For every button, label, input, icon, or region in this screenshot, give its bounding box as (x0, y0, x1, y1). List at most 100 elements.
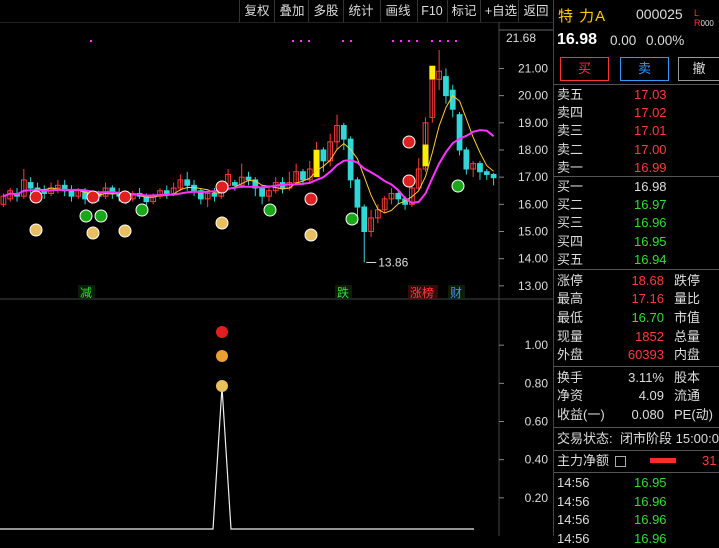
tick-row: 14:56 16.96 (557, 512, 667, 527)
limit-up-bar (429, 65, 436, 80)
nav-value: 4.09 (638, 388, 664, 403)
price-tick-label: 16.00 (518, 197, 548, 211)
ma-line-long (3, 129, 495, 205)
indicator-tick-label: 1.00 (525, 338, 549, 352)
stock-flags: L R000 (694, 8, 714, 28)
money-bag-icon (304, 228, 318, 242)
sell-button[interactable]: 卖 (620, 57, 669, 81)
toolbar-button[interactable]: 返回 (521, 1, 551, 21)
quote-row-nav: 净资 4.09 流通 (557, 388, 701, 403)
ask-row: 卖一 16.99 (557, 159, 667, 175)
bid-row: 买三 16.96 (557, 215, 667, 231)
toolbar-button[interactable]: 统计 (346, 1, 376, 21)
trade-status-value: 闭市阶段 15:00:0 (620, 431, 719, 446)
candle-body (449, 89, 456, 110)
tick-row: 14:56 16.95 (557, 475, 667, 490)
candle-body (27, 182, 34, 189)
divider (554, 84, 719, 85)
sell-signal-icon (345, 212, 359, 226)
current-price: 16.98 (557, 31, 598, 48)
ask-row: 卖五 17.03 (557, 87, 667, 102)
event-label: 减 (80, 286, 92, 300)
toolbar-separator (343, 0, 344, 22)
bid-row: 买五 16.94 (557, 251, 667, 267)
quote-row-high: 最高 17.16 量比 (557, 291, 701, 306)
toolbar-button[interactable]: +自选 (483, 1, 519, 21)
candle-body (483, 171, 490, 175)
signal-dot (408, 40, 410, 42)
indicator-tick-label: 0.80 (525, 376, 549, 390)
candle-body (490, 173, 497, 179)
kline-chart[interactable]: 21.68 21.00 20.00 19.00 18.00 17.00 16.00 15.00… (0, 22, 553, 536)
max-price-label: 21.68 (506, 31, 536, 45)
toolbar-button[interactable]: 多股 (311, 1, 341, 21)
main-flow-bar (650, 458, 676, 463)
price-change-pct: 0.00% (646, 33, 685, 48)
candle-body (354, 179, 361, 208)
divider (554, 427, 719, 428)
signal-dot (342, 40, 344, 42)
toolbar-button[interactable]: 画线 (383, 1, 413, 21)
divider (554, 472, 719, 473)
toolbar-separator (518, 0, 519, 22)
toolbar-button[interactable]: F10 (420, 1, 444, 21)
limit-up-bar (422, 144, 429, 167)
buy-signal-icon (29, 190, 43, 204)
signal-dot (350, 40, 352, 42)
toolbar-button[interactable]: 标记 (450, 1, 478, 21)
turnover-value: 3.11% (628, 370, 664, 385)
buy-signal-icon (118, 190, 132, 204)
limit-up-value: 18.68 (631, 273, 664, 288)
buy-signal-icon (402, 135, 416, 149)
quote-row-outer: 外盘 60393 内盘 (557, 347, 701, 362)
chart-toolbar: 复权 叠加 多股 统计 画线 F10 标记 +自选 返回 (0, 0, 553, 23)
price-tick-label: 19.00 (518, 116, 548, 130)
price-tick-label: 13.00 (518, 279, 548, 293)
money-bag-icon (216, 380, 228, 392)
quote-row-limit: 涨停 18.68 跌停 (557, 273, 701, 288)
buy-signal-icon (304, 192, 318, 206)
price-tick-label: 15.00 (518, 225, 548, 239)
toolbar-separator (417, 0, 418, 22)
main-flow-row: 主力净额 31 (557, 453, 717, 468)
toolbar-separator (239, 0, 240, 22)
signal-dot (308, 40, 310, 42)
expand-icon[interactable] (615, 456, 626, 467)
toolbar-separator (480, 0, 481, 22)
sell-signal-icon (263, 203, 277, 217)
toolbar-separator (274, 0, 275, 22)
toolbar-separator (380, 0, 381, 22)
price-change: 0.00 (610, 33, 637, 48)
candle-body (300, 171, 306, 181)
gem-signal-icon (216, 350, 228, 362)
ask-row: 卖四 17.02 (557, 105, 667, 121)
divider (554, 269, 719, 270)
tick-row: 14:56 16.96 (557, 530, 667, 546)
candle-body (232, 182, 238, 186)
buy-button[interactable]: 买 (560, 57, 609, 81)
event-label: 财 (450, 286, 462, 300)
indicator-tick-label: 0.40 (525, 453, 549, 467)
quote-row-now: 现量 1852 总量 (557, 329, 701, 344)
candle-body (259, 187, 265, 197)
ruby-signal-icon (216, 326, 228, 338)
sell-signal-icon (135, 203, 149, 217)
tick-row: 14:56 16.96 (557, 493, 667, 509)
signal-dot (416, 40, 418, 42)
eps-value: 0.080 (631, 407, 664, 422)
quote-row-turnover: 换手 3.11% 股本 (557, 370, 701, 385)
candle-body (477, 163, 483, 173)
event-label: 涨榜 (410, 285, 434, 300)
cancel-order-button[interactable]: 撤 (678, 57, 719, 81)
toolbar-button[interactable]: 叠加 (277, 1, 307, 21)
indicator-tick-label: 0.20 (525, 491, 549, 505)
toolbar-separator (308, 0, 309, 22)
signal-dot (400, 40, 402, 42)
sell-signal-icon (451, 179, 465, 193)
bid-row: 买一 16.98 (557, 179, 667, 194)
quote-row-low: 最低 16.70 市值 (557, 310, 701, 325)
toolbar-button[interactable]: 复权 (242, 1, 272, 21)
price-tick-label: 17.00 (518, 170, 548, 184)
price-tick-label: 20.00 (518, 89, 548, 103)
quote-row-eps: 收益(一) 0.080 PE(动) (557, 407, 714, 422)
